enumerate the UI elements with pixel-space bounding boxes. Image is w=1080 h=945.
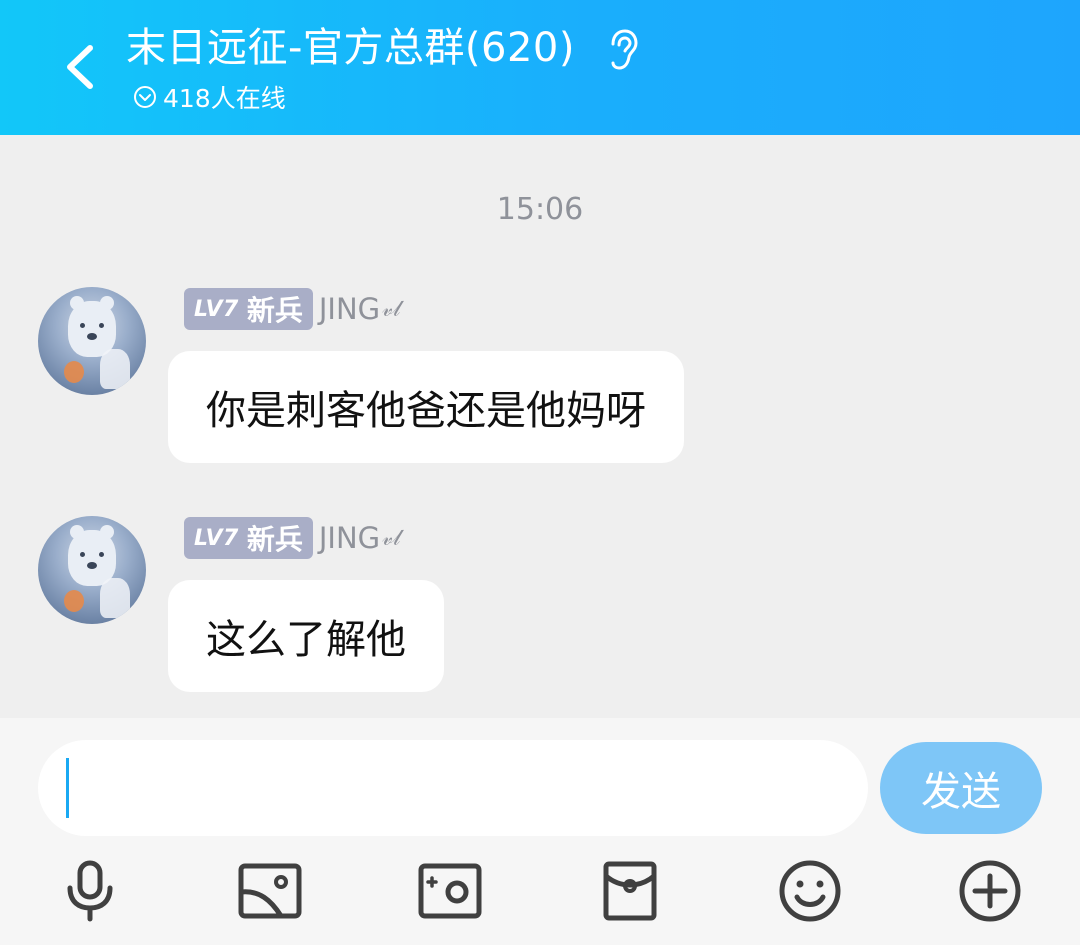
group-title[interactable]: 末日远征-官方总群(620)	[126, 22, 575, 74]
nickname-suffix: 𝓋𝓁	[382, 525, 401, 551]
level-label: LV7	[194, 296, 239, 322]
emoji-icon	[779, 860, 841, 922]
image-icon	[238, 863, 302, 919]
chevron-down-circle-icon	[134, 86, 156, 108]
text-caret	[66, 758, 69, 818]
nickname-suffix: 𝓋𝓁	[382, 296, 401, 322]
plus-icon	[959, 860, 1021, 922]
message-input[interactable]	[38, 740, 868, 836]
voice-button[interactable]	[52, 856, 128, 926]
sender-nickname[interactable]: JING 𝓋𝓁	[319, 292, 400, 326]
chat-header: 末日远征-官方总群(620) 418人在线	[0, 0, 1080, 135]
ear-icon	[611, 29, 638, 70]
camera-button[interactable]	[412, 856, 488, 926]
composer-toolbar	[0, 856, 1080, 926]
microphone-icon	[67, 860, 113, 922]
avatar[interactable]	[38, 287, 146, 395]
nickname-text: JING	[318, 292, 381, 326]
message-bubble[interactable]: 你是刺客他爸还是他妈呀	[168, 351, 684, 463]
sender-meta: LV7 新兵 JING 𝓋𝓁	[184, 517, 400, 559]
level-badge: LV7 新兵	[184, 288, 313, 330]
sender-nickname[interactable]: JING 𝓋𝓁	[319, 521, 400, 555]
nickname-text: JING	[318, 521, 381, 555]
red-packet-icon	[603, 861, 657, 921]
online-status[interactable]: 418人在线	[133, 80, 286, 114]
earpiece-mode-button[interactable]	[600, 26, 644, 74]
message-timestamp: 15:06	[496, 192, 584, 227]
emoji-button[interactable]	[772, 856, 848, 926]
chevron-left-icon	[67, 45, 93, 89]
red-packet-button[interactable]	[592, 856, 668, 926]
level-badge: LV7 新兵	[184, 517, 313, 559]
send-button[interactable]: 发送	[880, 742, 1042, 834]
back-button[interactable]	[40, 22, 120, 112]
avatar[interactable]	[38, 516, 146, 624]
level-label: LV7	[194, 525, 239, 551]
camera-icon	[418, 863, 482, 919]
rank-label: 新兵	[246, 294, 303, 327]
message-composer: 发送	[0, 718, 1080, 945]
sender-meta: LV7 新兵 JING 𝓋𝓁	[184, 288, 400, 330]
online-count: 418人在线	[163, 84, 286, 113]
image-button[interactable]	[232, 856, 308, 926]
more-button[interactable]	[952, 856, 1028, 926]
message-bubble[interactable]: 这么了解他	[168, 580, 444, 692]
rank-label: 新兵	[246, 523, 303, 556]
